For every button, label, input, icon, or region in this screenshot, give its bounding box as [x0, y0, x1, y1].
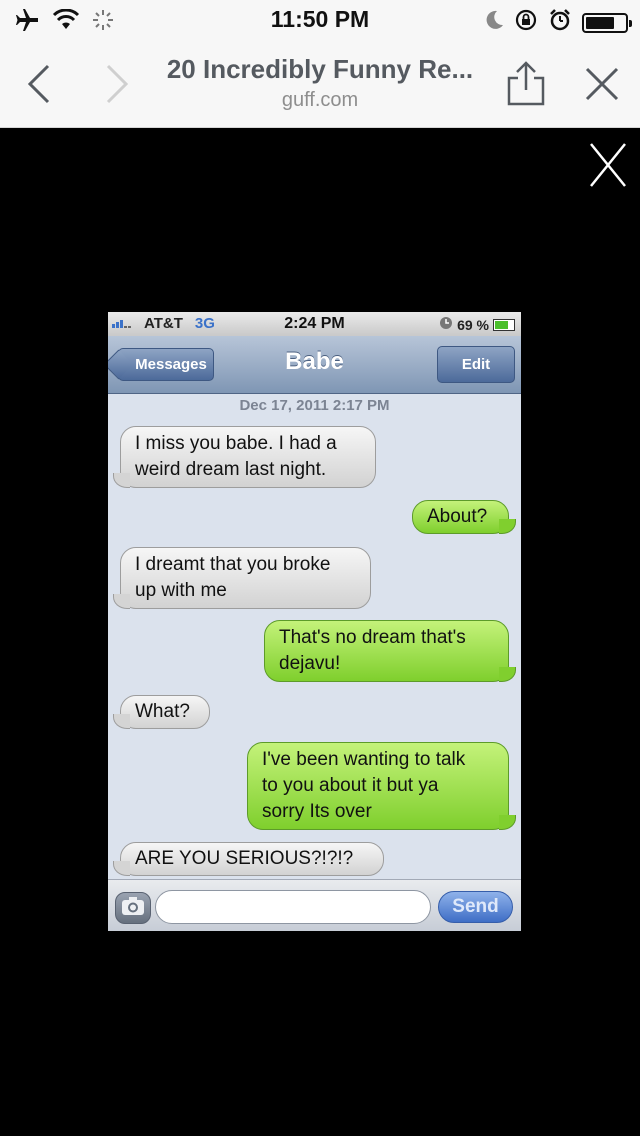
message-line: That's no dream that's [279, 627, 466, 648]
page-title: 20 Incredibly Funny Re... [166, 54, 474, 84]
sms-battery: 69 % [439, 316, 515, 333]
message-line: to you about it but ya [262, 775, 439, 796]
edit-button[interactable]: Edit [437, 346, 515, 383]
sms-toolbar: Messages Babe Edit [108, 336, 521, 394]
message-line: I miss you babe. I had a [135, 433, 337, 454]
message-incoming-3: What? [113, 695, 210, 729]
back-chevron-icon[interactable] [22, 62, 56, 111]
close-icon[interactable] [583, 65, 621, 108]
embedded-sms-screenshot: AT&T 3G 2:24 PM 69 % Messages Babe Edit … [108, 312, 521, 931]
send-button[interactable]: Send [438, 891, 513, 923]
conversation-date: Dec 17, 2011 2:17 PM [239, 397, 390, 414]
clock-icon [439, 316, 453, 333]
message-incoming-2: I dreamt that you broke up with me [113, 547, 371, 609]
status-bar: 11:50 PM [0, 0, 640, 40]
message-outgoing-1: About? [412, 500, 516, 534]
camera-icon [121, 896, 145, 921]
lightbox-close-icon[interactable] [588, 142, 628, 188]
message-outgoing-3: I've been wanting to talk to you about i… [247, 742, 516, 830]
rotation-lock-icon [514, 8, 538, 37]
battery-icon [582, 12, 632, 33]
alarm-icon [548, 8, 572, 37]
message-incoming-1: I miss you babe. I had a weird dream las… [113, 426, 376, 488]
sms-battery-icon [493, 318, 515, 331]
message-line: dejavu! [279, 653, 341, 674]
page-domain: guff.com [281, 89, 359, 111]
status-right-icons [484, 8, 632, 37]
message-input[interactable] [155, 890, 431, 924]
message-line: I dreamt that you broke [135, 554, 331, 575]
message-line: About? [427, 506, 488, 527]
camera-button[interactable] [115, 892, 151, 924]
message-outgoing-2: That's no dream that's dejavu! [264, 620, 516, 682]
message-line: ARE YOU SERIOUS?!?!? [135, 848, 354, 869]
message-line: weird dream last night. [135, 459, 327, 480]
message-line: up with me [135, 580, 227, 601]
battery-percent: 69 % [457, 316, 489, 333]
moon-icon [484, 9, 504, 36]
compose-bar: Send [108, 879, 521, 931]
message-line: sorry Its over [262, 801, 372, 822]
forward-chevron-icon[interactable] [100, 62, 134, 111]
share-icon[interactable] [505, 60, 547, 111]
message-line: What? [135, 701, 190, 722]
message-line: I've been wanting to talk [262, 749, 466, 770]
message-incoming-4: ARE YOU SERIOUS?!?!? [113, 842, 384, 876]
browser-nav-bar: 20 Incredibly Funny Re... guff.com [0, 40, 640, 128]
sms-status-bar: AT&T 3G 2:24 PM 69 % [108, 312, 521, 336]
